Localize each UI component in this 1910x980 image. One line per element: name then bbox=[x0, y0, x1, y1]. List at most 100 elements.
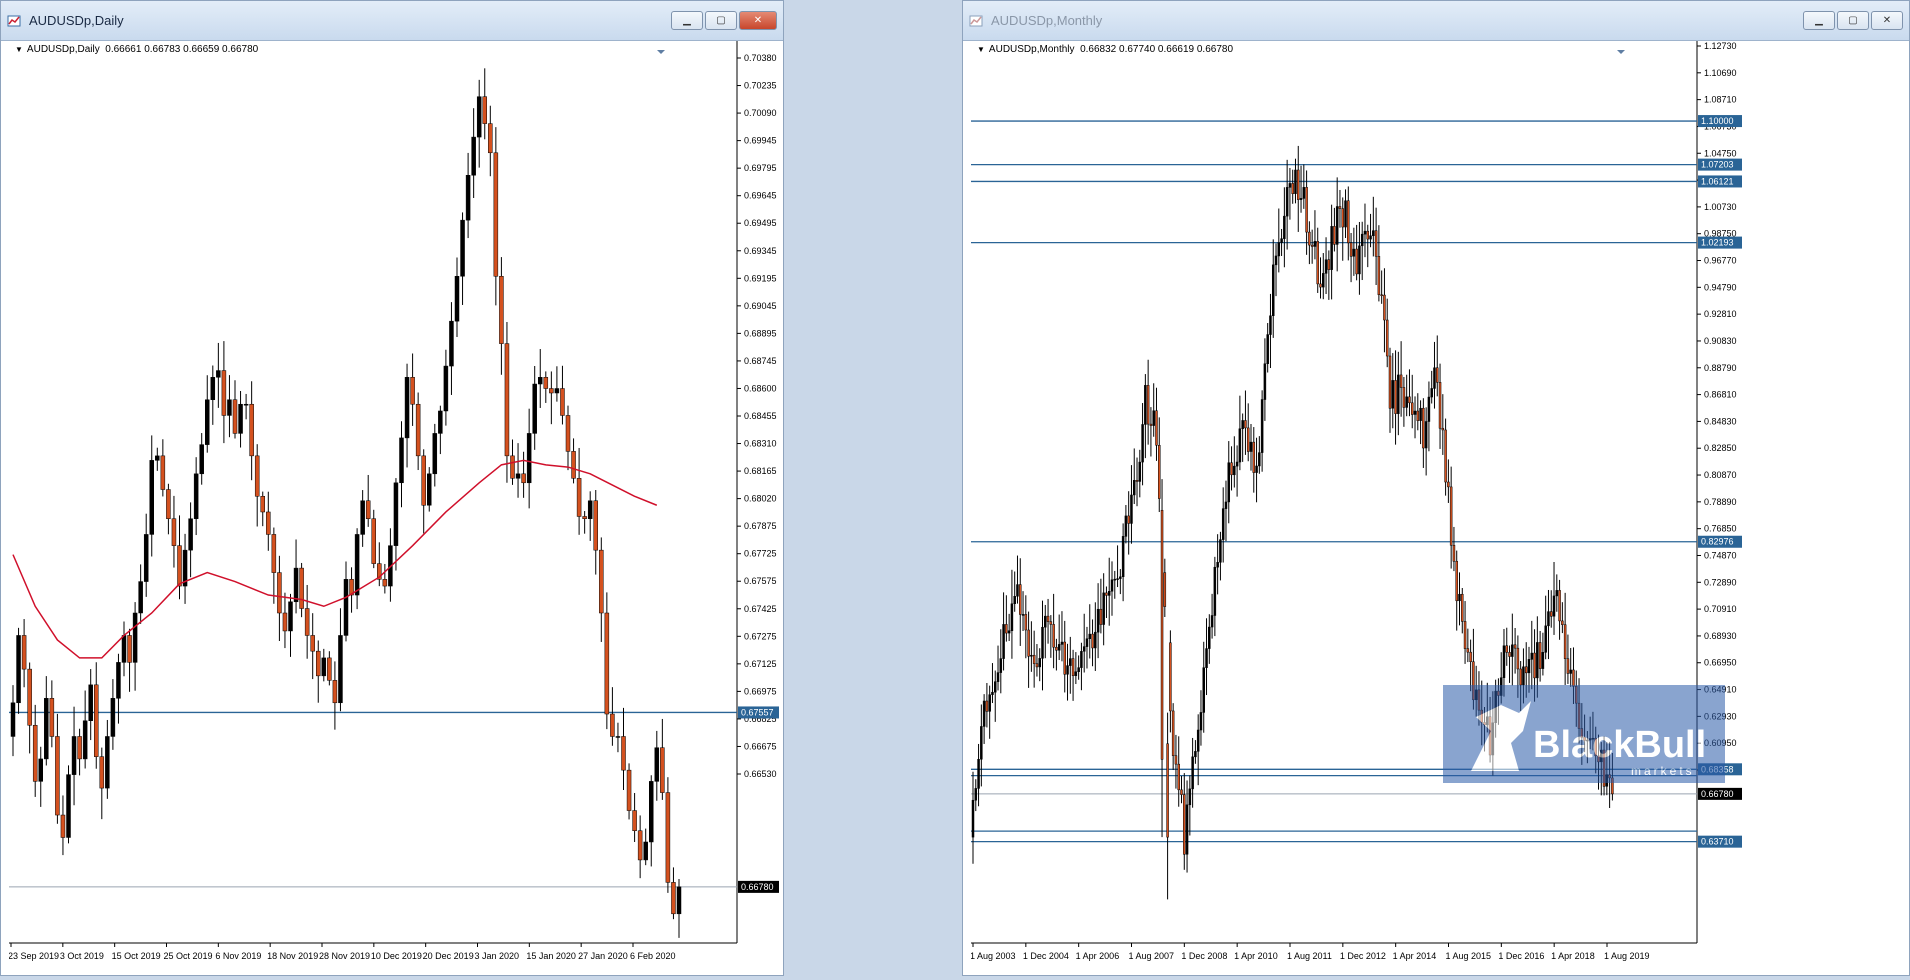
candle-body bbox=[1319, 283, 1322, 288]
candle-body bbox=[443, 365, 449, 412]
candle-body bbox=[1132, 480, 1136, 496]
time-scale-label: 1 Aug 2019 bbox=[1604, 951, 1650, 961]
price-scale-label: 0.68165 bbox=[744, 466, 777, 476]
price-scale-label: 0.67125 bbox=[744, 659, 777, 669]
candle-body bbox=[1246, 427, 1250, 452]
candle-body bbox=[1221, 508, 1225, 540]
candle-body bbox=[1005, 624, 1008, 634]
candle-body bbox=[1416, 410, 1420, 421]
candle-body bbox=[565, 415, 571, 452]
candle-body bbox=[1399, 374, 1403, 388]
candle-body bbox=[649, 781, 654, 843]
candle-body bbox=[1308, 231, 1311, 246]
price-scale-label: 1.00730 bbox=[1704, 202, 1737, 212]
candle-body bbox=[1377, 256, 1381, 296]
chart-window-daily[interactable]: AUDUSDp,Daily ▁ ▢ ✕ ▼ AUDUSDp,Daily 0.666… bbox=[0, 0, 784, 976]
candle-body bbox=[454, 276, 460, 322]
candle-body bbox=[1408, 396, 1411, 404]
maximize-button[interactable]: ▢ bbox=[705, 11, 737, 30]
price-scale-label: 0.69345 bbox=[744, 246, 777, 256]
candle-body bbox=[1558, 590, 1561, 622]
candle-body bbox=[1527, 659, 1531, 674]
candle-body bbox=[1305, 187, 1308, 233]
price-scale-label: 0.67725 bbox=[744, 549, 777, 559]
window-titlebar[interactable]: AUDUSDp,Daily ▁ ▢ ✕ bbox=[1, 1, 783, 41]
time-scale-label: 1 Aug 2015 bbox=[1446, 951, 1492, 961]
candle-body bbox=[1049, 621, 1053, 625]
candle-body bbox=[1430, 388, 1433, 398]
maximize-button[interactable]: ▢ bbox=[1837, 11, 1869, 30]
candle-body bbox=[1391, 380, 1395, 409]
candle-body bbox=[243, 403, 249, 406]
candle-body bbox=[1174, 755, 1178, 765]
dropdown-triangle-icon[interactable]: ▼ bbox=[15, 45, 23, 54]
candle-body bbox=[1113, 578, 1117, 581]
candle-body bbox=[1124, 515, 1128, 537]
candle-body bbox=[221, 370, 227, 416]
candle-body bbox=[177, 545, 182, 587]
candle-body bbox=[1127, 515, 1130, 524]
candle-body bbox=[1455, 561, 1458, 602]
window-titlebar[interactable]: AUDUSDp,Monthly ▁ ▢ ✕ bbox=[963, 1, 1909, 41]
candle-body bbox=[199, 444, 204, 475]
chart-window-monthly[interactable]: AUDUSDp,Monthly ▁ ▢ ✕ ▼ AUDUSDp,Monthly 0… bbox=[962, 0, 1910, 976]
candle-body bbox=[44, 698, 49, 760]
price-chart-monthly[interactable]: ▼ AUDUSDp,Monthly 0.66832 0.67740 0.66619… bbox=[970, 41, 1905, 971]
candle-body bbox=[1007, 630, 1011, 634]
price-chart-daily[interactable]: ▼ AUDUSDp,Daily 0.66661 0.66783 0.66659 0… bbox=[8, 41, 782, 971]
candle-body bbox=[1410, 402, 1414, 415]
candle-body bbox=[404, 377, 410, 439]
price-scale-label: 0.78890 bbox=[1704, 497, 1737, 507]
candle-body bbox=[493, 152, 499, 277]
close-button[interactable]: ✕ bbox=[739, 11, 777, 30]
minimize-button[interactable]: ▁ bbox=[671, 11, 703, 30]
candle-body bbox=[1030, 654, 1033, 657]
level-price-tag-text: 1.06121 bbox=[1701, 176, 1734, 186]
dropdown-triangle-icon[interactable]: ▼ bbox=[977, 45, 985, 54]
candle-body bbox=[1149, 423, 1153, 426]
time-scale-label: 1 Aug 2011 bbox=[1287, 951, 1332, 961]
close-button[interactable]: ✕ bbox=[1871, 11, 1903, 30]
time-scale-label: 1 Apr 2014 bbox=[1393, 951, 1437, 961]
candle-body bbox=[277, 572, 282, 614]
candle-body bbox=[1071, 658, 1075, 676]
candle-body bbox=[1094, 631, 1097, 649]
price-scale-label: 0.67875 bbox=[744, 521, 777, 531]
candle-body bbox=[365, 500, 371, 519]
candle-body bbox=[1052, 624, 1055, 648]
chart-canvas-daily[interactable]: 0.70380 0.70235 0.70090 0.69945 0.69795 0.696… bbox=[8, 41, 782, 971]
candle-body bbox=[1019, 584, 1022, 615]
chart-window-icon bbox=[969, 15, 983, 26]
candle-body bbox=[599, 549, 604, 614]
price-scale-label: 0.84830 bbox=[1704, 416, 1737, 426]
candle-body bbox=[1144, 385, 1147, 425]
candle-body bbox=[1352, 248, 1356, 257]
chart-symbol: AUDUSDp,Daily bbox=[26, 44, 100, 55]
candle-body bbox=[1102, 592, 1105, 625]
candle-body bbox=[132, 612, 138, 663]
candle-body bbox=[1283, 215, 1286, 239]
candle-body bbox=[488, 123, 493, 154]
chart-canvas-monthly[interactable]: 1.127301.106901.087101.067301.047501.027… bbox=[970, 41, 1905, 971]
candle-body bbox=[1310, 244, 1314, 247]
candle-body bbox=[127, 635, 132, 663]
candle-body bbox=[371, 518, 376, 564]
candle-body bbox=[1169, 642, 1172, 712]
candle-body bbox=[1208, 626, 1211, 649]
candle-body bbox=[1333, 226, 1336, 245]
candle-body bbox=[249, 403, 254, 457]
minimize-button[interactable]: ▁ bbox=[1803, 11, 1835, 30]
candle-body bbox=[1549, 611, 1553, 617]
candle-body bbox=[1063, 641, 1066, 675]
candle-body bbox=[232, 399, 238, 434]
candle-body bbox=[332, 680, 338, 704]
candle-body bbox=[238, 403, 243, 434]
candle-body bbox=[1060, 641, 1064, 645]
candle-body bbox=[1269, 315, 1272, 335]
price-scale-label: 0.69045 bbox=[744, 301, 777, 311]
price-scale-label: 0.67275 bbox=[744, 631, 777, 641]
candle-body bbox=[660, 747, 665, 793]
watermark-brand-text: BlackBull bbox=[1533, 724, 1706, 766]
candle-body bbox=[1322, 273, 1325, 288]
candle-body bbox=[1330, 226, 1333, 270]
